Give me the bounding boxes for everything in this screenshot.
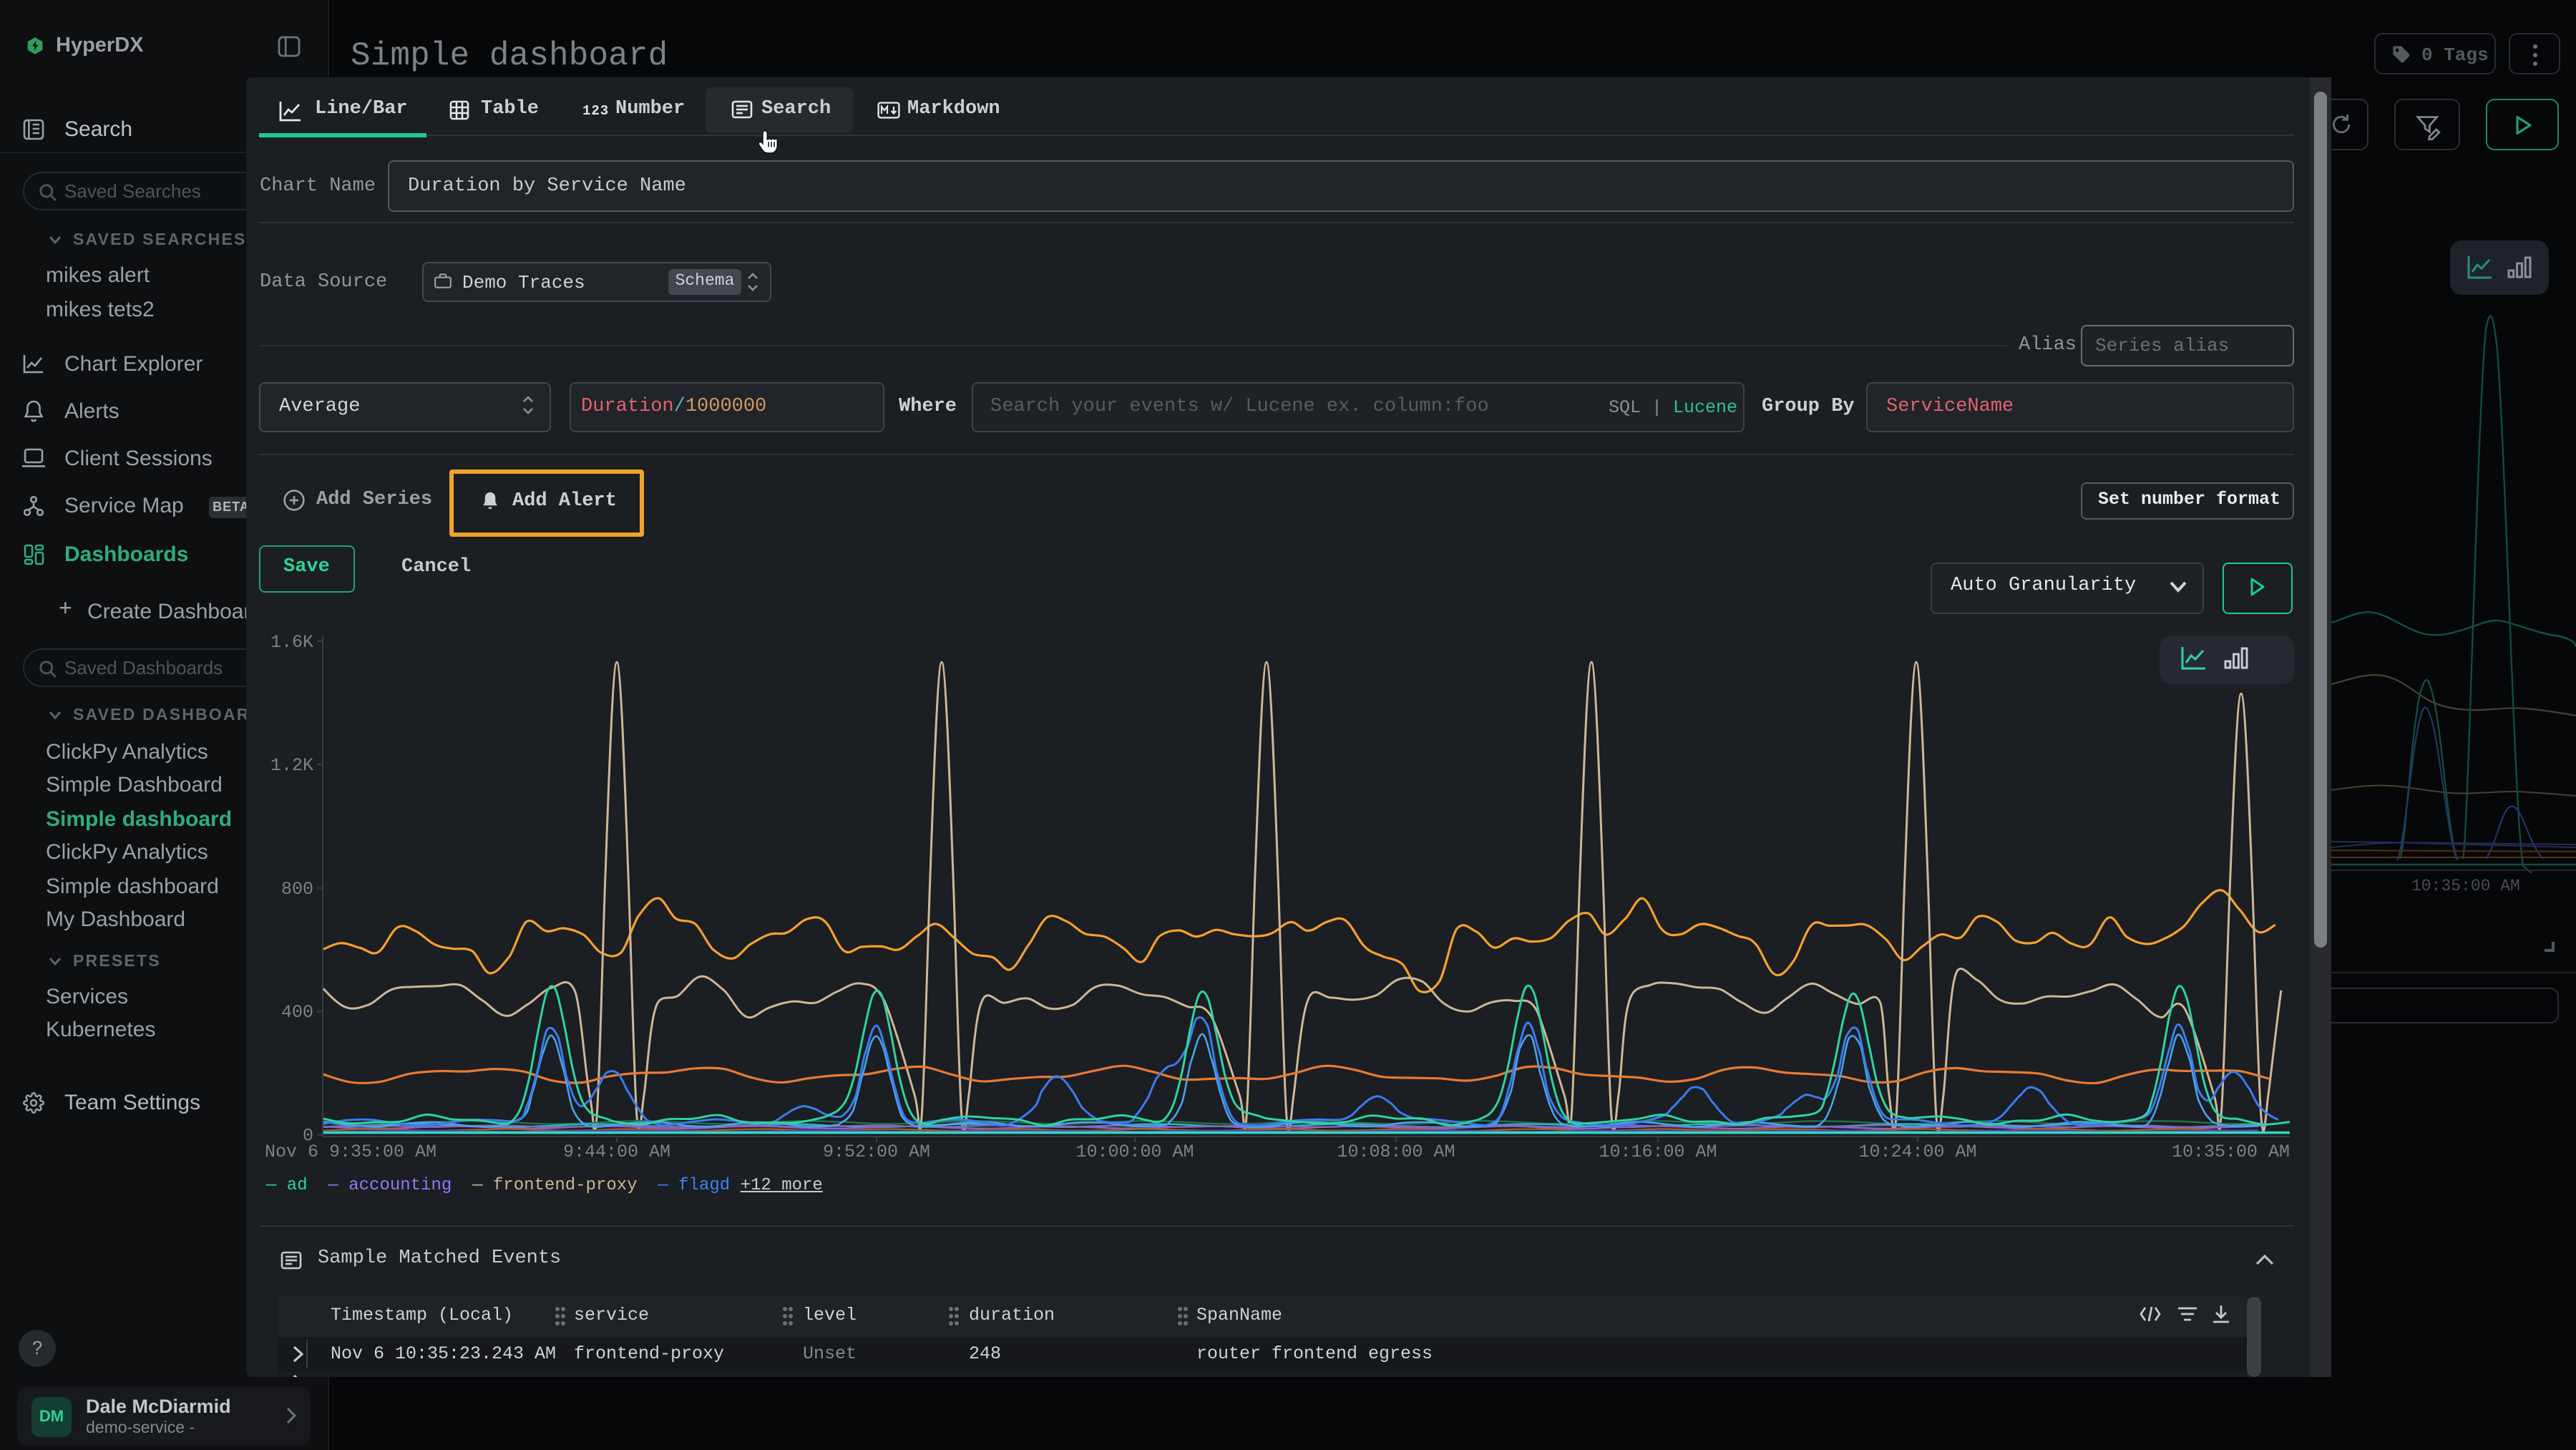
svg-text:9:52:00 AM: 9:52:00 AM xyxy=(823,1142,930,1162)
svg-text:10:16:00 AM: 10:16:00 AM xyxy=(1599,1142,1717,1162)
svg-text:9:44:00 AM: 9:44:00 AM xyxy=(563,1142,670,1162)
svg-text:1.2K: 1.2K xyxy=(270,755,313,776)
svg-text:Nov 6 9:35:00 AM: Nov 6 9:35:00 AM xyxy=(265,1142,436,1162)
svg-text:10:08:00 AM: 10:08:00 AM xyxy=(1337,1142,1455,1162)
svg-text:10:35:00 AM: 10:35:00 AM xyxy=(2172,1142,2290,1162)
svg-text:10:00:00 AM: 10:00:00 AM xyxy=(1075,1142,1194,1162)
svg-text:10:35:00 AM: 10:35:00 AM xyxy=(2411,877,2520,895)
svg-text:400: 400 xyxy=(281,1002,313,1023)
svg-text:1.6K: 1.6K xyxy=(270,632,313,653)
svg-text:800: 800 xyxy=(281,879,313,900)
svg-text:10:24:00 AM: 10:24:00 AM xyxy=(1858,1142,1976,1162)
